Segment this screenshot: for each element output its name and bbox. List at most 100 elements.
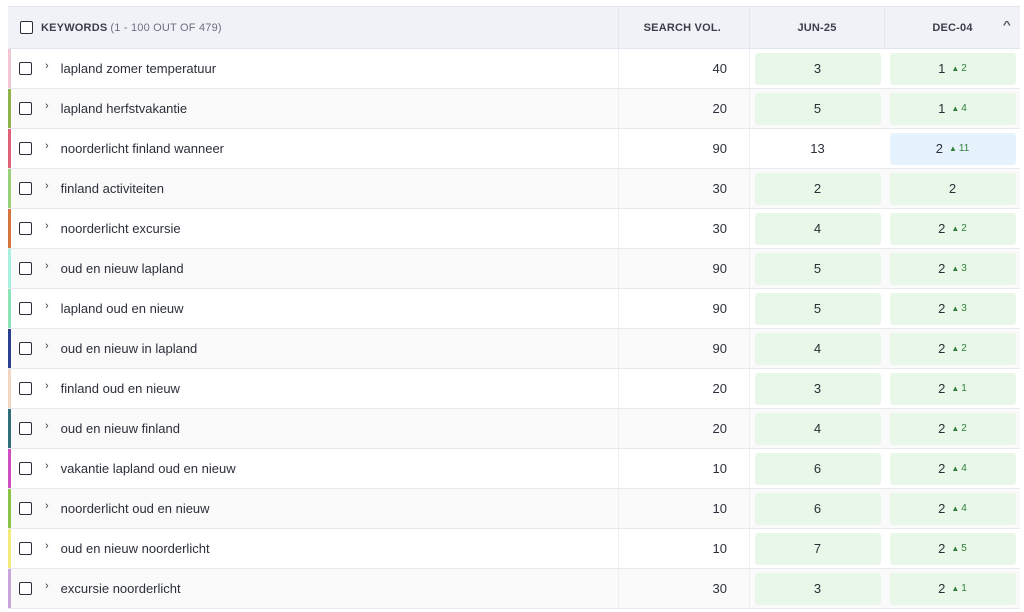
rank-value-box: 2 ▲ 4 <box>889 452 1016 485</box>
row-checkbox[interactable] <box>19 182 32 195</box>
table-row[interactable]: › oud en nieuw finland 20 4 2 ▲ 2 <box>8 409 1020 449</box>
table-row[interactable]: › lapland herfstvakantie 20 5 1 ▲ 4 <box>8 89 1020 129</box>
row-checkbox[interactable] <box>19 542 32 555</box>
table-row[interactable]: › excursie noorderlicht 30 3 2 ▲ 1 <box>8 569 1020 609</box>
row-color-tag <box>8 569 11 608</box>
keyword-text[interactable]: finland oud en nieuw <box>61 381 180 396</box>
rank-value: 2 <box>754 172 881 205</box>
keyword-text[interactable]: noorderlicht oud en nieuw <box>61 501 210 516</box>
table-row[interactable]: › noorderlicht finland wanneer 90 13 2 ▲ 11 <box>8 129 1020 169</box>
keyword-text[interactable]: excursie noorderlicht <box>61 581 181 596</box>
row-checkbox[interactable] <box>19 422 32 435</box>
search-vol-column-header[interactable]: SEARCH VOL. <box>619 7 750 48</box>
expand-chevron-icon[interactable]: › <box>45 100 49 112</box>
date2-cell: 2 ▲ 2 <box>885 329 1020 368</box>
keyword-text[interactable]: lapland herfstvakantie <box>61 101 187 116</box>
keyword-text[interactable]: oud en nieuw finland <box>61 421 180 436</box>
expand-chevron-icon[interactable]: › <box>45 220 49 232</box>
expand-chevron-icon[interactable]: › <box>45 380 49 392</box>
row-checkbox[interactable] <box>19 342 32 355</box>
keywords-column-header[interactable]: KEYWORDS (1 - 100 OUT OF 479) <box>8 7 619 48</box>
table-row[interactable]: › finland oud en nieuw 20 3 2 ▲ 1 <box>8 369 1020 409</box>
row-checkbox[interactable] <box>19 582 32 595</box>
table-row[interactable]: › oud en nieuw noorderlicht 10 7 2 ▲ 5 <box>8 529 1020 569</box>
row-checkbox[interactable] <box>19 382 32 395</box>
table-row[interactable]: › oud en nieuw in lapland 90 4 2 ▲ 2 <box>8 329 1020 369</box>
row-checkbox[interactable] <box>19 222 32 235</box>
row-color-tag <box>8 89 11 128</box>
table-row[interactable]: › vakantie lapland oud en nieuw 10 6 2 ▲ 4 <box>8 449 1020 489</box>
row-checkbox[interactable] <box>19 142 32 155</box>
rank-value-box: 2 ▲ 3 <box>889 252 1016 285</box>
keyword-text[interactable]: noorderlicht excursie <box>61 221 181 236</box>
date2-cell: 1 ▲ 2 <box>885 49 1020 88</box>
table-row[interactable]: › noorderlicht excursie 30 4 2 ▲ 2 <box>8 209 1020 249</box>
search-vol-cell: 10 <box>619 449 750 488</box>
expand-chevron-icon[interactable]: › <box>45 420 49 432</box>
row-color-tag <box>8 329 11 368</box>
rank-change: ▲ 5 <box>951 543 966 554</box>
rank-change-value: 4 <box>961 503 967 514</box>
expand-chevron-icon[interactable]: › <box>45 300 49 312</box>
table-row[interactable]: › lapland oud en nieuw 90 5 2 ▲ 3 <box>8 289 1020 329</box>
arrow-up-icon: ▲ <box>951 504 960 513</box>
keyword-text[interactable]: lapland zomer temperatuur <box>61 61 216 76</box>
date1-column-header[interactable]: JUN-25 <box>750 7 885 48</box>
rank-value: 3 <box>754 52 881 85</box>
expand-chevron-icon[interactable]: › <box>45 580 49 592</box>
row-checkbox[interactable] <box>19 502 32 515</box>
rank-change-value: 2 <box>961 223 967 234</box>
table-row[interactable]: › oud en nieuw lapland 90 5 2 ▲ 3 <box>8 249 1020 289</box>
date2-cell: 2 ▲ 1 <box>885 369 1020 408</box>
keyword-cell: › noorderlicht finland wanneer <box>8 129 619 168</box>
arrow-up-icon: ▲ <box>948 144 957 153</box>
rank-change-value: 2 <box>961 63 967 74</box>
keyword-text[interactable]: oud en nieuw noorderlicht <box>61 541 210 556</box>
date1-cell: 5 <box>750 89 885 128</box>
date2-cell: 2 ▲ 3 <box>885 249 1020 288</box>
table-row[interactable]: › lapland zomer temperatuur 40 3 1 ▲ 2 <box>8 49 1020 89</box>
expand-chevron-icon[interactable]: › <box>45 180 49 192</box>
row-color-tag <box>8 369 11 408</box>
date1-cell: 13 <box>750 129 885 168</box>
expand-chevron-icon[interactable]: › <box>45 140 49 152</box>
rank-value: 7 <box>754 532 881 565</box>
search-vol-cell: 90 <box>619 289 750 328</box>
rank-change-value: 11 <box>958 143 970 154</box>
keyword-cell: › finland oud en nieuw <box>8 369 619 408</box>
expand-chevron-icon[interactable]: › <box>45 540 49 552</box>
date1-cell: 4 <box>750 209 885 248</box>
keyword-text[interactable]: oud en nieuw lapland <box>61 261 184 276</box>
row-color-tag <box>8 209 11 248</box>
table-row[interactable]: › finland activiteiten 30 2 2 <box>8 169 1020 209</box>
search-vol-cell: 90 <box>619 329 750 368</box>
rank-change-value: 3 <box>961 263 967 274</box>
rank-change: ▲ 4 <box>951 503 966 514</box>
expand-chevron-icon[interactable]: › <box>45 260 49 272</box>
keyword-text[interactable]: oud en nieuw in lapland <box>61 341 198 356</box>
expand-chevron-icon[interactable]: › <box>45 60 49 72</box>
keyword-text[interactable]: lapland oud en nieuw <box>61 301 184 316</box>
keyword-text[interactable]: noorderlicht finland wanneer <box>61 141 224 156</box>
select-all-checkbox[interactable] <box>20 21 33 34</box>
rank-change: ▲ 2 <box>951 343 966 354</box>
row-checkbox[interactable] <box>19 462 32 475</box>
sort-up-caret-icon[interactable]: ^ <box>1003 20 1011 31</box>
row-checkbox[interactable] <box>19 262 32 275</box>
row-checkbox[interactable] <box>19 302 32 315</box>
expand-chevron-icon[interactable]: › <box>45 500 49 512</box>
rank-change: ▲ 4 <box>951 463 966 474</box>
date2-column-header[interactable]: DEC-04 ^ <box>885 7 1020 48</box>
keyword-text[interactable]: vakantie lapland oud en nieuw <box>61 461 236 476</box>
expand-chevron-icon[interactable]: › <box>45 340 49 352</box>
keyword-text[interactable]: finland activiteiten <box>61 181 164 196</box>
rank-value: 2 <box>938 381 946 396</box>
row-checkbox[interactable] <box>19 62 32 75</box>
rank-value: 2 <box>938 221 946 236</box>
expand-chevron-icon[interactable]: › <box>45 460 49 472</box>
table-row[interactable]: › noorderlicht oud en nieuw 10 6 2 ▲ 4 <box>8 489 1020 529</box>
rank-value-box: 1 ▲ 2 <box>889 52 1016 85</box>
rank-value-box: 2 ▲ 1 <box>889 572 1016 605</box>
keyword-cell: › noorderlicht excursie <box>8 209 619 248</box>
row-checkbox[interactable] <box>19 102 32 115</box>
